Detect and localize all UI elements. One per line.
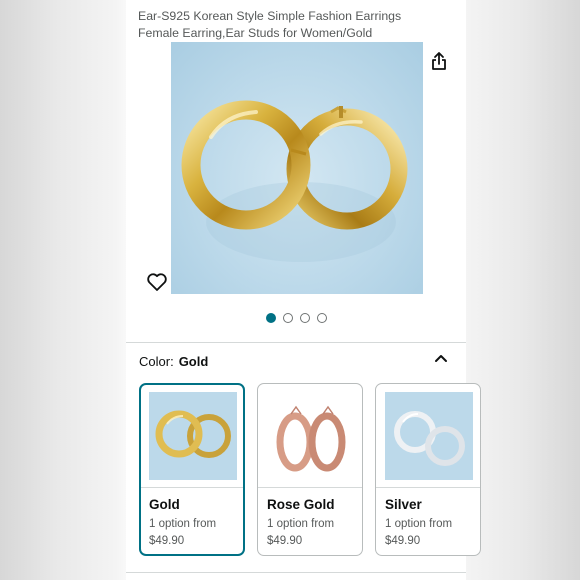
gold-hoop-earrings-photo — [181, 100, 408, 262]
option-thumbnail — [149, 392, 237, 480]
bottom-divider — [126, 572, 466, 573]
option-price: $49.90 — [267, 535, 303, 547]
option-price: $49.90 — [385, 535, 421, 547]
option-info: Gold 1 option from $49.90 — [141, 487, 243, 554]
option-name: Silver — [385, 497, 422, 512]
option-price: $49.90 — [149, 535, 185, 547]
color-option-rose-gold[interactable]: Rose Gold 1 option from $49.90 — [257, 383, 363, 556]
option-availability: 1 option from — [267, 518, 335, 530]
option-name: Gold — [149, 497, 180, 512]
image-carousel-dots — [266, 313, 327, 323]
option-name: Rose Gold — [267, 497, 335, 512]
carousel-dot-2[interactable] — [283, 313, 293, 323]
option-thumbnail — [385, 392, 473, 480]
rose-gold-hoops-thumbnail — [267, 392, 355, 480]
share-icon — [432, 52, 446, 70]
silver-hoops-thumbnail — [385, 392, 473, 480]
add-to-wishlist-button[interactable] — [146, 272, 168, 292]
option-info: Rose Gold 1 option from $49.90 — [258, 487, 362, 555]
chevron-up-icon — [435, 355, 447, 362]
section-divider — [126, 342, 466, 343]
color-option-gold[interactable]: Gold 1 option from $49.90 — [139, 383, 245, 556]
collapse-colors-button[interactable] — [432, 350, 450, 366]
carousel-dot-3[interactable] — [300, 313, 310, 323]
option-availability: 1 option from — [385, 518, 453, 530]
color-label: Color: — [139, 354, 174, 369]
gold-hoops-thumbnail — [149, 392, 237, 480]
carousel-dot-1[interactable] — [266, 313, 276, 323]
heart-icon — [147, 273, 167, 291]
option-availability: 1 option from — [149, 518, 217, 530]
option-info: Silver 1 option from $49.90 — [376, 487, 480, 555]
share-button[interactable] — [428, 50, 450, 72]
carousel-dot-4[interactable] — [317, 313, 327, 323]
product-title: Ear-S925 Korean Style Simple Fashion Ear… — [138, 9, 402, 40]
selected-color-value: Gold — [178, 354, 209, 369]
color-option-silver[interactable]: Silver 1 option from $49.90 — [375, 383, 481, 556]
product-main-image[interactable] — [171, 42, 423, 294]
option-thumbnail — [267, 392, 355, 480]
color-selector-header[interactable]: Color: Gold — [139, 353, 208, 370]
